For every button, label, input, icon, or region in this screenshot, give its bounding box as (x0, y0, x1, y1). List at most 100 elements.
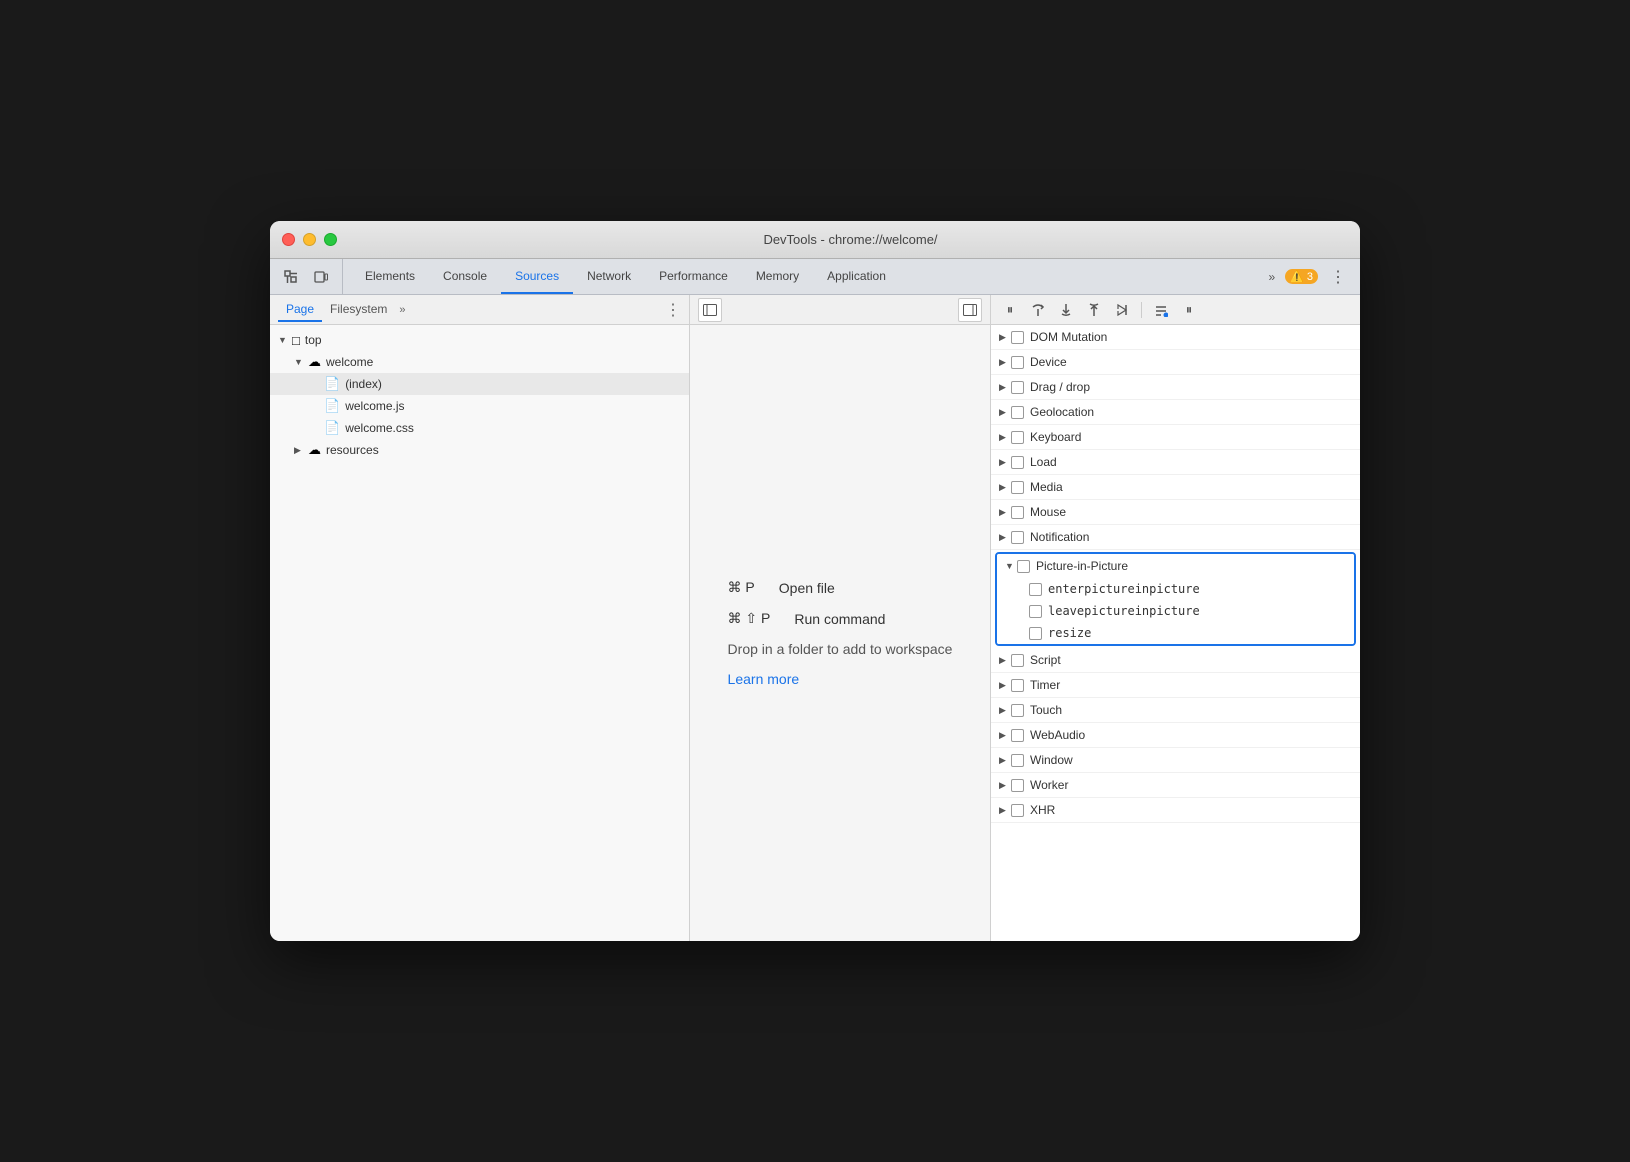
learn-more-link[interactable]: Learn more (728, 671, 800, 687)
maximize-button[interactable] (324, 233, 337, 246)
more-panel-tabs[interactable]: » (399, 304, 405, 316)
bp-category-header[interactable]: ▶ Mouse (991, 500, 1360, 524)
bp-checkbox[interactable] (1011, 431, 1024, 444)
tab-application[interactable]: Application (813, 259, 900, 294)
tree-item-index[interactable]: ▶ 📄 (index) (270, 373, 689, 395)
tree-item-label: (index) (345, 377, 382, 391)
bp-checkbox[interactable] (1011, 331, 1024, 344)
tab-elements[interactable]: Elements (351, 259, 429, 294)
collapse-arrow-icon: ▶ (999, 780, 1011, 791)
bp-checkbox[interactable] (1017, 560, 1030, 573)
bp-category-header[interactable]: ▼ Picture-in-Picture (997, 554, 1354, 578)
kebab-menu-button[interactable]: ⋮ (1324, 265, 1352, 289)
bp-sub-checkbox[interactable] (1029, 627, 1042, 640)
warning-badge[interactable]: ⚠️ 3 (1285, 269, 1318, 284)
bp-category-header[interactable]: ▶ Geolocation (991, 400, 1360, 424)
bp-category-label: Load (1030, 455, 1057, 469)
step-into-button[interactable] (1055, 299, 1077, 321)
bp-category-header[interactable]: ▶ Touch (991, 698, 1360, 722)
bp-sub-label: leavepictureinpicture (1048, 604, 1200, 618)
bp-category-header[interactable]: ▶ Window (991, 748, 1360, 772)
bp-category-header[interactable]: ▶ Worker (991, 773, 1360, 797)
tree-item-welcome-css[interactable]: ▶ 📄 welcome.css (270, 417, 689, 439)
bp-category-load: ▶ Load (991, 450, 1360, 475)
bp-category-header[interactable]: ▶ Load (991, 450, 1360, 474)
bp-category-label: Timer (1030, 678, 1060, 692)
bp-category-header[interactable]: ▶ WebAudio (991, 723, 1360, 747)
bp-sub-resize[interactable]: resize (997, 622, 1354, 644)
step-over-button[interactable] (1027, 299, 1049, 321)
bp-category-label: Script (1030, 653, 1061, 667)
tree-item-label: welcome.js (345, 399, 404, 413)
pause-button[interactable]: ⏸ (999, 299, 1021, 321)
sidebar-toggle-right[interactable] (958, 298, 982, 322)
bp-checkbox[interactable] (1011, 754, 1024, 767)
collapse-arrow-icon: ▶ (999, 805, 1011, 816)
bp-category-header[interactable]: ▶ Script (991, 648, 1360, 672)
bp-category-header[interactable]: ▶ DOM Mutation (991, 325, 1360, 349)
tree-item-label: welcome.css (345, 421, 414, 435)
collapse-arrow-icon: ▶ (999, 457, 1011, 468)
bp-category-label: WebAudio (1030, 728, 1085, 742)
bp-checkbox[interactable] (1011, 406, 1024, 419)
bp-sub-enterpip[interactable]: enterpictureinpicture (997, 578, 1354, 600)
bp-checkbox[interactable] (1011, 704, 1024, 717)
tab-performance[interactable]: Performance (645, 259, 742, 294)
bp-category-header[interactable]: ▶ Media (991, 475, 1360, 499)
bp-checkbox[interactable] (1011, 679, 1024, 692)
inspect-icon[interactable] (278, 264, 304, 290)
bp-sub-checkbox[interactable] (1029, 605, 1042, 618)
toolbar-icons (278, 259, 343, 294)
bp-category-header[interactable]: ▶ Notification (991, 525, 1360, 549)
tab-sources[interactable]: Sources (501, 259, 573, 294)
bp-category-label: Notification (1030, 530, 1089, 544)
bp-category-header[interactable]: ▶ Drag / drop (991, 375, 1360, 399)
bp-sub-leavepip[interactable]: leavepictureinpicture (997, 600, 1354, 622)
main-content: Page Filesystem » ⋮ ▼ □ top ▼ ☁ welcome (270, 295, 1360, 941)
bp-checkbox[interactable] (1011, 381, 1024, 394)
bp-checkbox[interactable] (1011, 456, 1024, 469)
breakpoints-icon[interactable] (1150, 299, 1172, 321)
step-button[interactable] (1111, 299, 1133, 321)
bp-category-pip-highlighted: ▼ Picture-in-Picture enterpictureinpictu… (995, 552, 1356, 646)
bp-sub-checkbox[interactable] (1029, 583, 1042, 596)
tree-item-welcome-js[interactable]: ▶ 📄 welcome.js (270, 395, 689, 417)
pause-on-exception-button[interactable]: ⏸ (1178, 299, 1200, 321)
tree-item-welcome[interactable]: ▼ ☁ welcome (270, 351, 689, 373)
breakpoints-list: ▶ DOM Mutation ▶ Device ▶ (991, 325, 1360, 941)
bp-checkbox[interactable] (1011, 654, 1024, 667)
bp-checkbox[interactable] (1011, 779, 1024, 792)
tab-memory[interactable]: Memory (742, 259, 813, 294)
bp-sub-label: resize (1048, 626, 1091, 640)
close-button[interactable] (282, 233, 295, 246)
bp-checkbox[interactable] (1011, 356, 1024, 369)
bp-category-header[interactable]: ▶ Keyboard (991, 425, 1360, 449)
device-toolbar-icon[interactable] (308, 264, 334, 290)
left-panel: Page Filesystem » ⋮ ▼ □ top ▼ ☁ welcome (270, 295, 690, 941)
collapse-arrow-icon: ▶ (999, 357, 1011, 368)
bp-checkbox[interactable] (1011, 804, 1024, 817)
bp-checkbox[interactable] (1011, 531, 1024, 544)
collapse-arrow-icon: ▶ (999, 705, 1011, 716)
step-out-button[interactable] (1083, 299, 1105, 321)
bp-category-keyboard: ▶ Keyboard (991, 425, 1360, 450)
panel-options-button[interactable]: ⋮ (665, 300, 681, 320)
js-file-icon: 📄 (324, 398, 340, 414)
bp-checkbox[interactable] (1011, 729, 1024, 742)
tab-network[interactable]: Network (573, 259, 645, 294)
bp-category-header[interactable]: ▶ Device (991, 350, 1360, 374)
sidebar-toggle-left[interactable] (698, 298, 722, 322)
bp-category-header[interactable]: ▶ Timer (991, 673, 1360, 697)
tab-page[interactable]: Page (278, 298, 322, 322)
bp-checkbox[interactable] (1011, 506, 1024, 519)
tab-console[interactable]: Console (429, 259, 501, 294)
collapse-arrow-icon: ▶ (999, 407, 1011, 418)
bp-checkbox[interactable] (1011, 481, 1024, 494)
bp-category-label: Window (1030, 753, 1073, 767)
more-tabs-button[interactable]: » (1264, 268, 1279, 286)
bp-category-header[interactable]: ▶ XHR (991, 798, 1360, 822)
tree-item-resources[interactable]: ▶ ☁ resources (270, 439, 689, 461)
minimize-button[interactable] (303, 233, 316, 246)
tree-item-top[interactable]: ▼ □ top (270, 329, 689, 351)
tab-filesystem[interactable]: Filesystem (322, 298, 395, 322)
